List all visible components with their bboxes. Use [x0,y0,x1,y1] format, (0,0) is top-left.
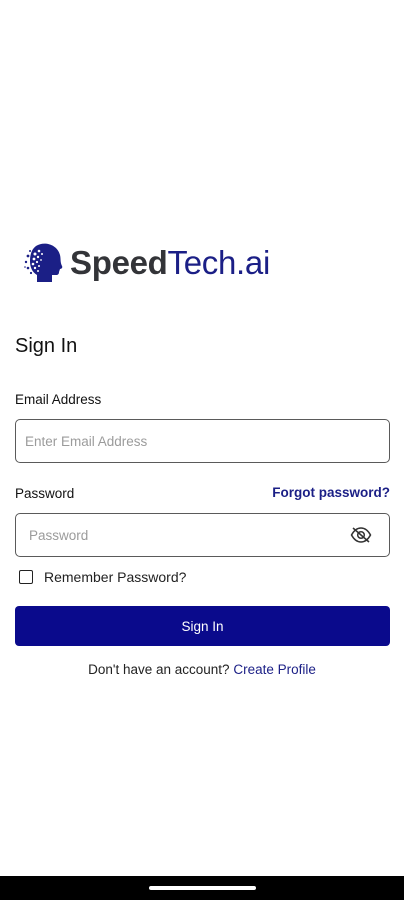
remember-password-checkbox[interactable] [19,570,33,584]
email-label: Email Address [15,392,102,407]
signup-prompt: Don't have an account? [88,662,230,677]
password-label: Password [15,486,75,501]
system-navigation-bar [0,876,404,900]
brand-logo: SpeedTech.ai [24,240,270,286]
forgot-password-link[interactable]: Forgot password? [272,485,390,500]
create-profile-link[interactable]: Create Profile [233,662,316,677]
email-field-container [15,419,390,463]
remember-password-label[interactable]: Remember Password? [44,569,186,585]
brand-name-tech: Tech.ai [167,244,271,281]
brand-name-speed: Speed [70,244,168,281]
brand-name: SpeedTech.ai [70,244,270,282]
password-input[interactable] [29,514,349,556]
password-field-container [15,513,390,557]
sign-in-button[interactable]: Sign In [15,606,390,646]
email-input[interactable] [25,420,345,462]
head-profile-icon [24,243,63,282]
signup-prompt-row: Don't have an account? Create Profile [0,662,404,677]
eye-off-icon[interactable] [350,526,372,544]
remember-password-row[interactable]: Remember Password? [19,569,186,585]
page-title: Sign In [15,335,78,357]
gesture-handle[interactable] [149,886,256,890]
